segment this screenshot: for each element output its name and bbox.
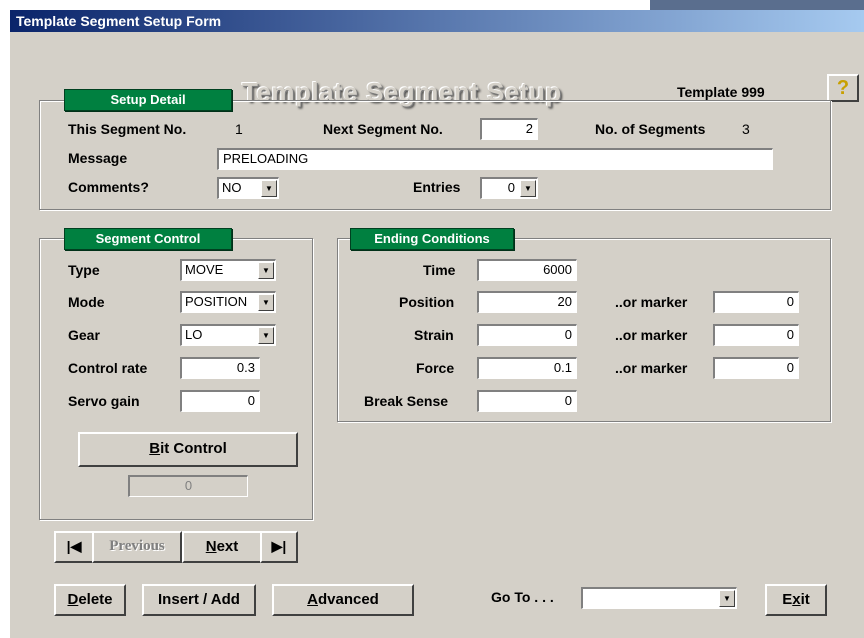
- gear-label: Gear: [68, 327, 100, 343]
- bit-control-button[interactable]: Bit Control: [78, 432, 298, 467]
- type-select[interactable]: MOVE ▼: [180, 259, 276, 281]
- break-sense-label: Break Sense: [364, 393, 449, 409]
- delete-label: elete: [78, 591, 113, 608]
- position-marker-label: ..or marker: [615, 294, 688, 310]
- desktop-background-strip: [650, 0, 864, 10]
- window-left-edge: [0, 10, 10, 638]
- form-window: Template Segment Setup Template 999 ? Se…: [10, 32, 864, 638]
- break-sense-field[interactable]: 0: [477, 390, 577, 412]
- exit-accelerator: x: [792, 591, 801, 608]
- mode-label: Mode: [68, 294, 105, 310]
- comments-value: NO: [222, 180, 242, 195]
- next-button[interactable]: Next: [182, 531, 262, 563]
- time-field[interactable]: 6000: [477, 259, 577, 281]
- setup-detail-tab: Setup Detail: [64, 89, 232, 111]
- num-segments-value: 3: [742, 121, 750, 137]
- chevron-down-icon[interactable]: ▼: [719, 590, 735, 607]
- chevron-down-icon[interactable]: ▼: [520, 180, 536, 197]
- advanced-button[interactable]: Advanced: [272, 584, 414, 616]
- this-segment-value: 1: [235, 121, 243, 137]
- exit-button[interactable]: Exit: [765, 584, 827, 616]
- template-label: Template 999: [677, 84, 765, 100]
- advanced-label: dvanced: [317, 591, 379, 608]
- bit-value-field: 0: [128, 475, 248, 497]
- entries-value: 0: [507, 180, 515, 195]
- gear-select[interactable]: LO ▼: [180, 324, 276, 346]
- last-record-icon: ▶|: [271, 538, 287, 554]
- last-record-button[interactable]: ▶|: [260, 531, 298, 563]
- time-label: Time: [423, 262, 456, 278]
- first-record-icon: |◀: [66, 538, 82, 554]
- position-marker-field[interactable]: 0: [713, 291, 799, 313]
- position-field[interactable]: 20: [477, 291, 577, 313]
- previous-button[interactable]: Previous: [92, 531, 182, 563]
- control-rate-field[interactable]: 0.3: [180, 357, 260, 379]
- entries-select[interactable]: 0 ▼: [480, 177, 538, 199]
- mode-select[interactable]: POSITION ▼: [180, 291, 276, 313]
- force-marker-field[interactable]: 0: [713, 357, 799, 379]
- insert-add-button[interactable]: Insert / Add: [142, 584, 256, 616]
- exit-rest: it: [800, 591, 810, 608]
- num-segments-label: No. of Segments: [595, 121, 706, 137]
- type-label: Type: [68, 262, 100, 278]
- chevron-down-icon[interactable]: ▼: [258, 294, 274, 311]
- strain-marker-label: ..or marker: [615, 327, 688, 343]
- exit-prefix: E: [782, 591, 793, 608]
- previous-label: Previous: [109, 538, 165, 554]
- segment-control-tab: Segment Control: [64, 228, 232, 250]
- goto-select[interactable]: ▼: [581, 587, 737, 609]
- advanced-accelerator: A: [307, 591, 318, 608]
- entries-label: Entries: [413, 179, 461, 195]
- bit-control-label: it Control: [160, 440, 227, 457]
- strain-label: Strain: [414, 327, 454, 343]
- message-label: Message: [68, 150, 128, 166]
- ending-conditions-tab: Ending Conditions: [350, 228, 514, 250]
- gear-value: LO: [185, 327, 203, 342]
- strain-marker-field[interactable]: 0: [713, 324, 799, 346]
- message-field[interactable]: PRELOADING: [217, 148, 773, 170]
- window-title-bar: Template Segment Setup Form: [10, 10, 864, 32]
- position-label: Position: [399, 294, 455, 310]
- delete-button[interactable]: Delete: [54, 584, 126, 616]
- help-button[interactable]: ?: [827, 74, 859, 102]
- window-title: Template Segment Setup Form: [16, 13, 222, 29]
- control-rate-label: Control rate: [68, 360, 148, 376]
- next-segment-label: Next Segment No.: [323, 121, 443, 137]
- goto-label: Go To . . .: [491, 589, 554, 605]
- mode-value: POSITION: [185, 294, 248, 309]
- type-value: MOVE: [185, 262, 224, 277]
- force-label: Force: [416, 360, 455, 376]
- servo-gain-label: Servo gain: [68, 393, 140, 409]
- first-record-button[interactable]: |◀: [54, 531, 94, 563]
- bit-control-accelerator: B: [149, 440, 161, 457]
- insert-add-label: Insert / Add: [158, 591, 240, 608]
- comments-label: Comments?: [68, 179, 149, 195]
- next-segment-field[interactable]: 2: [480, 118, 538, 140]
- force-field[interactable]: 0.1: [477, 357, 577, 379]
- chevron-down-icon[interactable]: ▼: [258, 327, 274, 344]
- next-accelerator: N: [205, 538, 217, 555]
- this-segment-label: This Segment No.: [68, 121, 187, 137]
- force-marker-label: ..or marker: [615, 360, 688, 376]
- chevron-down-icon[interactable]: ▼: [261, 180, 277, 197]
- question-mark-icon: ?: [836, 77, 850, 99]
- servo-gain-field[interactable]: 0: [180, 390, 260, 412]
- next-label: ext: [216, 538, 239, 555]
- comments-select[interactable]: NO ▼: [217, 177, 279, 199]
- strain-field[interactable]: 0: [477, 324, 577, 346]
- chevron-down-icon[interactable]: ▼: [258, 262, 274, 279]
- delete-accelerator: D: [67, 591, 79, 608]
